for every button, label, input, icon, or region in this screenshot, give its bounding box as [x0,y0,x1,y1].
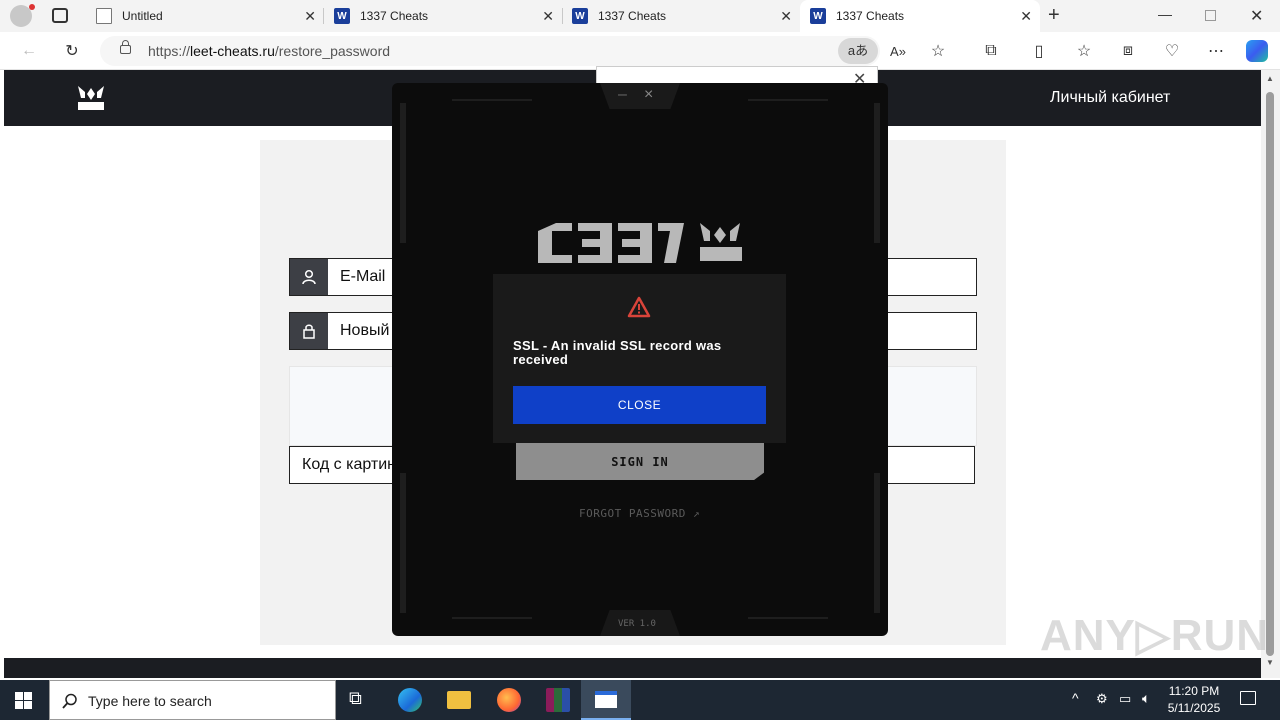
favorite-star-icon[interactable]: ☆ [927,40,949,62]
close-error-button[interactable]: CLOSE [513,386,766,424]
version-label: VER 1.0 [618,619,656,629]
address-bar[interactable]: https://leet-cheats.ru/restore_password … [100,36,880,66]
split-screen-icon[interactable]: ▯ [1028,40,1050,62]
site-logo-icon: W [334,8,350,24]
windows-start-icon[interactable] [15,692,32,709]
close-tab-icon[interactable]: ✕ [780,8,792,25]
close-tab-icon[interactable]: ✕ [1020,8,1032,25]
edge-icon[interactable] [398,688,422,712]
show-hidden-icons[interactable]: ^ [1072,690,1079,706]
lock-icon [120,45,131,54]
sign-in-button[interactable]: SIGN IN [516,443,764,480]
close-tab-icon[interactable]: ✕ [542,8,554,25]
captcha-placeholder: Код с картин [302,456,396,473]
profile-avatar[interactable] [10,4,35,27]
ssl-error-dialog: SSL - An invalid SSL record was received… [493,274,786,443]
lock-icon [290,313,328,349]
site-footer [4,658,1261,678]
collections-icon[interactable]: ⧈ [1117,40,1139,62]
tab-1337-cheats[interactable]: W 1337 Cheats ✕ [324,0,562,32]
forgot-password-link[interactable]: FORGOT PASSWORD ↗ [579,507,700,520]
page-icon [96,8,112,24]
anyrun-watermark: ANY▷RUN [1040,611,1270,660]
winrar-icon[interactable] [546,688,570,712]
url-text: https://leet-cheats.ru/restore_password [148,43,391,59]
read-aloud-icon[interactable]: A» [887,40,909,62]
restore-window-icon[interactable] [1205,10,1216,21]
clock-date: 5/11/2025 [1167,701,1221,715]
search-icon [62,693,77,709]
close-tab-icon[interactable]: ✕ [304,8,316,25]
search-placeholder: Type here to search [88,693,212,709]
refresh-icon[interactable]: ↻ [61,40,83,62]
tab-1337-cheats-active[interactable]: W 1337 Cheats ✕ [800,0,1040,32]
notifications-icon[interactable] [1240,691,1256,705]
taskbar-search-input[interactable]: Type here to search [49,680,336,720]
firefox-icon[interactable] [497,688,521,712]
warning-icon [627,296,651,318]
error-message: SSL - An invalid SSL record was received [513,338,722,367]
tab-title: 1337 Cheats [598,9,667,23]
new-tab-icon[interactable]: + [1048,4,1060,27]
browser-tab-strip: Untitled ✕ W 1337 Cheats ✕ W 1337 Cheats… [0,0,1280,32]
scrollbar-thumb[interactable] [1266,92,1274,656]
close-window-icon[interactable]: ✕ [1250,6,1263,26]
network-icon[interactable]: ▭ [1119,691,1131,707]
personal-account-link[interactable]: Личный кабинет [1050,89,1170,107]
back-icon[interactable]: ← [18,40,40,62]
extensions-icon[interactable]: ⧉ [980,40,1002,62]
tab-title: 1337 Cheats [360,9,429,23]
email-placeholder: E-Mail [340,268,386,285]
taskbar-app-active[interactable] [581,680,631,720]
performance-icon[interactable]: ♡ [1161,40,1183,62]
app-window-icon [595,691,617,708]
volume-icon[interactable]: 🔈︎ [1142,690,1150,707]
taskbar-clock[interactable]: 11:20 PM 5/11/2025 [1164,683,1224,717]
app-titlebar [600,83,680,109]
user-icon [290,259,328,295]
site-logo-icon: W [572,8,588,24]
minimize-window-icon[interactable]: — [1158,6,1172,22]
site-logo-icon[interactable] [76,84,106,112]
tab-1337-cheats[interactable]: W 1337 Cheats ✕ [562,0,800,32]
page-scrollbar[interactable]: ▲ ▼ [1261,70,1280,678]
minimize-button[interactable]: – [618,86,627,104]
translate-icon[interactable]: aあ [838,38,878,64]
new-password-placeholder: Новый [340,322,390,339]
more-menu-icon[interactable]: ⋯ [1205,40,1227,62]
task-view-icon[interactable]: ⧉ [349,688,373,712]
file-explorer-icon[interactable] [447,691,471,709]
tab-actions-icon[interactable] [52,8,68,23]
tab-title: Untitled [122,9,163,23]
favorites-icon[interactable]: ☆ [1073,40,1095,62]
copilot-icon[interactable] [1246,40,1268,62]
tab-title: 1337 Cheats [836,9,905,23]
app-logo-icon [538,223,742,263]
site-logo-icon: W [810,8,826,24]
close-button[interactable]: × [644,86,653,104]
windows-taskbar: Type here to search ⧉ ^ ⚙ ▭ 🔈︎ 11:20 PM … [0,680,1280,720]
tab-untitled[interactable]: Untitled ✕ [84,0,324,32]
clock-time: 11:20 PM [1168,684,1220,698]
browser-toolbar: ← ↻ https://leet-cheats.ru/restore_passw… [0,32,1280,70]
security-tray-icon[interactable]: ⚙ [1096,691,1108,707]
